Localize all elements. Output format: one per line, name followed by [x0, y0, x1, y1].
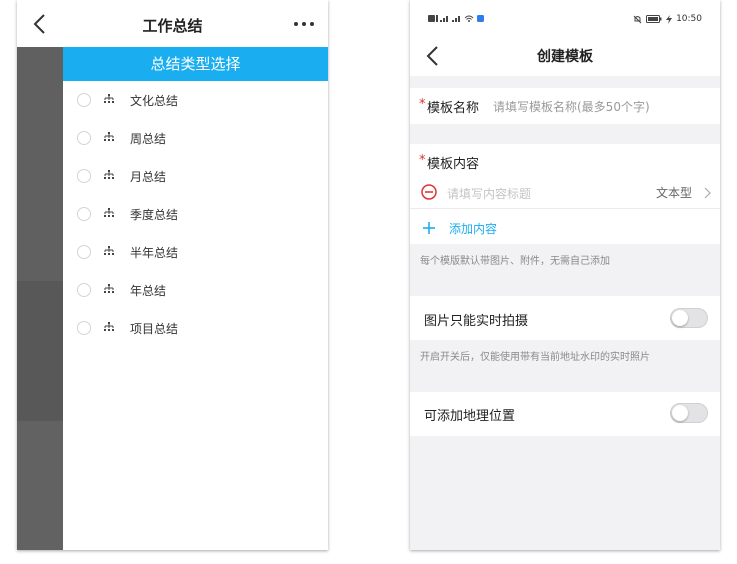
page-title: 创建模板	[537, 49, 593, 65]
list-item-label: 项目总结	[130, 322, 179, 336]
org-chart-icon	[104, 322, 114, 331]
photo-note: 开启开关后，仅能使用带有当前地址水印的实时照片	[420, 352, 650, 363]
remove-circle-icon[interactable]	[421, 184, 437, 200]
status-time: 10:50	[676, 14, 702, 24]
status-bar: 10:50	[410, 0, 720, 38]
template-name-input[interactable]: 请填写模板名称(最多50个字)	[493, 98, 650, 115]
org-chart-icon	[104, 132, 114, 141]
add-content-button[interactable]: 添加内容	[410, 210, 720, 244]
photo-toggle-label: 图片只能实时拍摄	[424, 314, 529, 329]
template-name-label: 模板名称	[427, 101, 480, 116]
location-toggle-row: 可添加地理位置	[410, 392, 720, 436]
photo-toggle-row: 图片只能实时拍摄	[410, 296, 720, 340]
location-toggle-label: 可添加地理位置	[424, 409, 516, 424]
list-item[interactable]: 年总结	[63, 271, 328, 309]
list-item[interactable]: 文化总结	[63, 81, 328, 119]
org-chart-icon	[104, 170, 114, 179]
content-title-input[interactable]: 请填写内容标题	[447, 185, 531, 202]
list-item[interactable]: 项目总结	[63, 309, 328, 347]
list-item-label: 季度总结	[130, 208, 179, 222]
list-item-label: 半年总结	[130, 246, 179, 260]
chevron-right-icon	[704, 187, 711, 199]
template-content-label: 模板内容	[427, 157, 480, 172]
radio-button[interactable]	[77, 245, 91, 259]
left-phone-screen: 工作总结 总结类型选择 文化总结 周总结 月总结 季度总结 半年总结 年总结 项…	[17, 0, 328, 550]
list-item-label: 周总结	[130, 132, 167, 146]
org-chart-icon	[104, 284, 114, 293]
header-bar: 工作总结	[17, 0, 328, 47]
list-item-label: 月总结	[130, 170, 167, 184]
radio-button[interactable]	[77, 131, 91, 145]
battery-icon	[646, 15, 662, 23]
sim-card-icon	[428, 15, 438, 22]
required-mark: *	[419, 153, 426, 168]
summary-type-list: 文化总结 周总结 月总结 季度总结 半年总结 年总结 项目总结	[63, 81, 328, 347]
radio-button[interactable]	[77, 93, 91, 107]
mute-icon	[633, 15, 642, 23]
location-toggle-switch[interactable]	[670, 403, 708, 423]
org-chart-icon	[104, 246, 114, 255]
add-content-label: 添加内容	[449, 222, 498, 236]
list-item[interactable]: 月总结	[63, 157, 328, 195]
right-phone-screen: 10:50 创建模板 * 模板名称 请填写模板名称(最多50个字) * 模板内容…	[410, 0, 720, 550]
radio-button[interactable]	[77, 321, 91, 335]
radio-button[interactable]	[77, 207, 91, 221]
wifi-icon	[464, 15, 474, 22]
overlay-dim-panel[interactable]	[17, 47, 63, 550]
charging-icon	[666, 14, 673, 24]
nav-bar: 创建模板	[410, 38, 720, 76]
template-name-row: * 模板名称 请填写模板名称(最多50个字)	[410, 88, 720, 124]
signal-strength-icon	[452, 16, 460, 22]
plus-icon	[423, 222, 435, 234]
signal-strength-icon	[440, 16, 448, 22]
radio-button[interactable]	[77, 283, 91, 297]
org-chart-icon	[104, 94, 114, 103]
content-type-select[interactable]: 文本型	[656, 184, 692, 201]
list-item-label: 文化总结	[130, 94, 179, 108]
more-options-icon[interactable]	[294, 22, 314, 26]
app-notification-icon	[477, 15, 484, 22]
status-icons-left	[428, 15, 486, 22]
page-title: 工作总结	[142, 17, 203, 35]
photo-toggle-switch[interactable]	[670, 308, 708, 328]
content-note: 每个模版默认带图片、附件，无需自己添加	[420, 256, 610, 267]
radio-button[interactable]	[77, 169, 91, 183]
required-mark: *	[419, 97, 426, 112]
list-item-label: 年总结	[130, 284, 167, 298]
list-item[interactable]: 半年总结	[63, 233, 328, 271]
template-content-card: * 模板内容 请填写内容标题 文本型 添加内容	[410, 144, 720, 244]
list-item[interactable]: 季度总结	[63, 195, 328, 233]
list-item[interactable]: 周总结	[63, 119, 328, 157]
org-chart-icon	[104, 208, 114, 217]
status-icons-right: 10:50	[633, 14, 702, 24]
content-entry-row: 请填写内容标题 文本型	[410, 176, 720, 209]
summary-type-banner: 总结类型选择	[63, 47, 328, 81]
